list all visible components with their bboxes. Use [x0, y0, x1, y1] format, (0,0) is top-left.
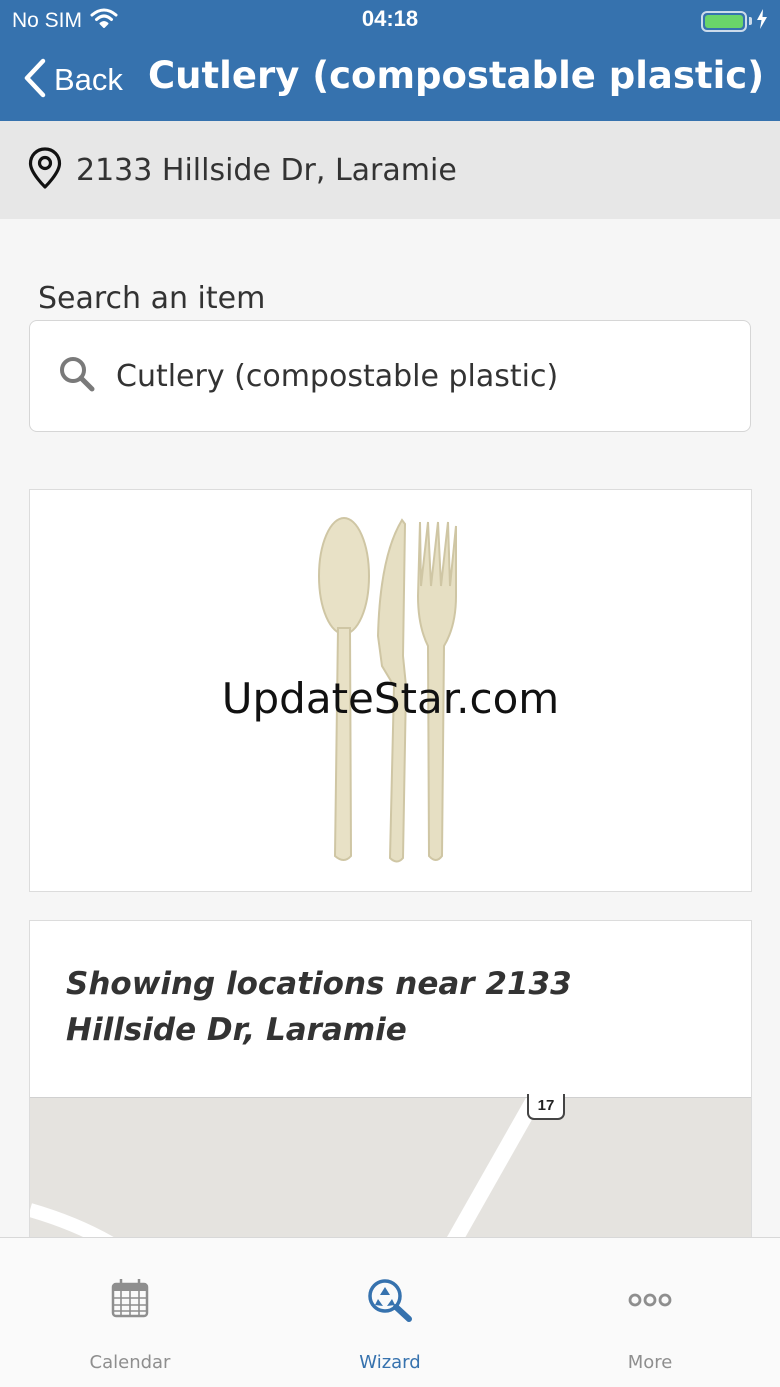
clock: 04:18 — [361, 6, 419, 31]
map-view[interactable]: 17 — [30, 1094, 751, 1259]
tab-more[interactable]: More — [520, 1238, 780, 1387]
back-button[interactable]: Back — [22, 56, 123, 104]
recycle-search-icon — [367, 1278, 413, 1326]
tab-bar: Calendar Wizard More — [0, 1237, 780, 1387]
back-label: Back — [54, 62, 123, 97]
charging-bolt-icon — [756, 9, 768, 33]
navigation-bar: Back Cutlery (compostable plastic) — [0, 40, 780, 121]
route-shield: 17 — [527, 1094, 565, 1120]
more-dots-icon — [628, 1278, 672, 1322]
tab-label-calendar: Calendar — [89, 1352, 171, 1373]
search-input[interactable] — [116, 358, 716, 394]
search-label: Search an item — [38, 281, 266, 316]
location-bar[interactable]: 2133 Hillside Dr, Laramie — [0, 121, 780, 219]
locations-heading: Showing locations near 2133 Hillside Dr,… — [66, 966, 572, 1048]
item-image-card: UpdateStar.com — [29, 489, 752, 892]
tab-calendar[interactable]: Calendar — [0, 1238, 260, 1387]
map-pin-icon — [28, 147, 62, 193]
page-title: Cutlery (compostable plastic) — [148, 54, 765, 97]
location-address: 2133 Hillside Dr, Laramie — [76, 152, 457, 188]
watermark-text: UpdateStar.com — [221, 674, 560, 723]
map-roads — [30, 1098, 542, 1252]
locations-card: Showing locations near 2133 Hillside Dr,… — [29, 920, 752, 1260]
battery-indicator — [701, 9, 768, 33]
status-bar: No SIM 04:18 — [0, 0, 780, 40]
app-header: No SIM 04:18 Back Cutlery (compostable p… — [0, 0, 780, 121]
calendar-icon — [111, 1278, 149, 1322]
search-icon — [58, 355, 96, 397]
search-box[interactable] — [29, 320, 751, 432]
battery-icon — [701, 10, 747, 32]
tab-label-more: More — [627, 1352, 673, 1373]
tab-label-wizard: Wizard — [359, 1352, 421, 1373]
chevron-left-icon — [22, 57, 48, 103]
tab-wizard[interactable]: Wizard — [260, 1238, 520, 1387]
